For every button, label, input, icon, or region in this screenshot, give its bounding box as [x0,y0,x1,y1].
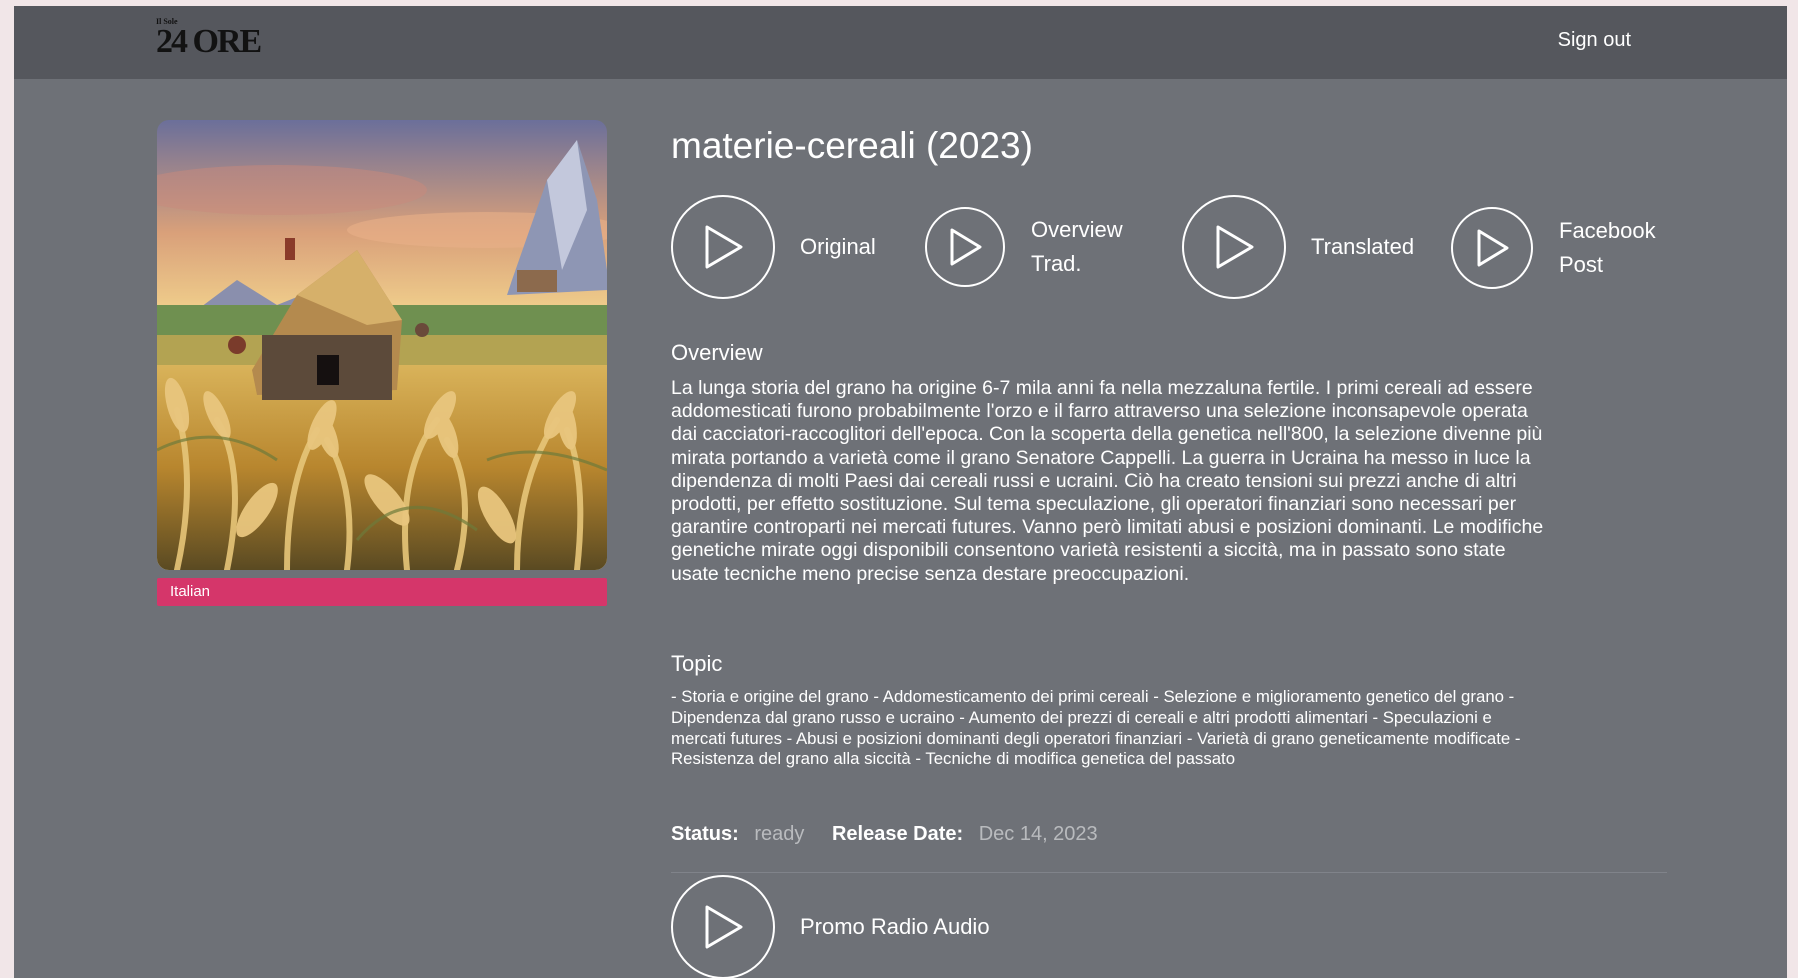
play-overview-trad-button[interactable]: Overview Trad. [925,207,1123,287]
player-label-line: Overview [1031,217,1123,242]
play-facebook-post-button[interactable]: Facebook Post [1451,207,1656,289]
episode-cover-image [157,120,607,570]
player-label-promo: Promo Radio Audio [800,914,990,939]
topic-text: - Storia e origine del grano - Addomesti… [671,687,1521,769]
episode-meta: Status: ready Release Date: Dec 14, 2023 [671,823,1098,846]
play-icon[interactable] [925,207,1005,287]
player-label-original: Original [800,234,876,259]
app-window: Il Sole 24 ORE Sign out Italian materie-… [14,6,1787,978]
top-navbar: Il Sole 24 ORE Sign out [14,6,1787,79]
status-label: Status: [671,823,739,845]
player-label-line: Post [1559,252,1604,277]
play-promo-radio-button[interactable]: Promo Radio Audio [671,875,990,978]
sign-out-link[interactable]: Sign out [1558,29,1631,52]
overview-heading: Overview [671,340,763,365]
release-date-label: Release Date: [831,823,964,845]
player-label-line: Facebook [1559,218,1656,243]
section-divider [671,872,1667,873]
play-icon[interactable] [1182,195,1286,299]
player-label-line: Trad. [1031,251,1082,276]
wheat-field-illustration [157,120,607,570]
play-original-button[interactable]: Original [671,195,876,299]
player-label-overview-trad: Overview Trad. [1031,213,1123,281]
play-icon[interactable] [671,195,775,299]
episode-title: materie-cereali (2023) [671,125,1033,166]
overview-text: La lunga storia del grano ha origine 6-7… [671,377,1544,585]
release-date-value: Dec 14, 2023 [978,823,1098,845]
language-badge: Italian [157,578,607,606]
topic-heading: Topic [671,651,723,676]
status-value: ready [754,823,805,845]
play-icon[interactable] [671,875,775,978]
play-icon[interactable] [1451,207,1533,289]
sole-24-ore-logo[interactable]: Il Sole 24 ORE [156,16,266,62]
play-translated-button[interactable]: Translated [1182,195,1414,299]
player-label-translated: Translated [1311,234,1415,259]
player-label-facebook-post: Facebook Post [1559,214,1656,282]
logo-big-text: 24 ORE [156,23,262,60]
